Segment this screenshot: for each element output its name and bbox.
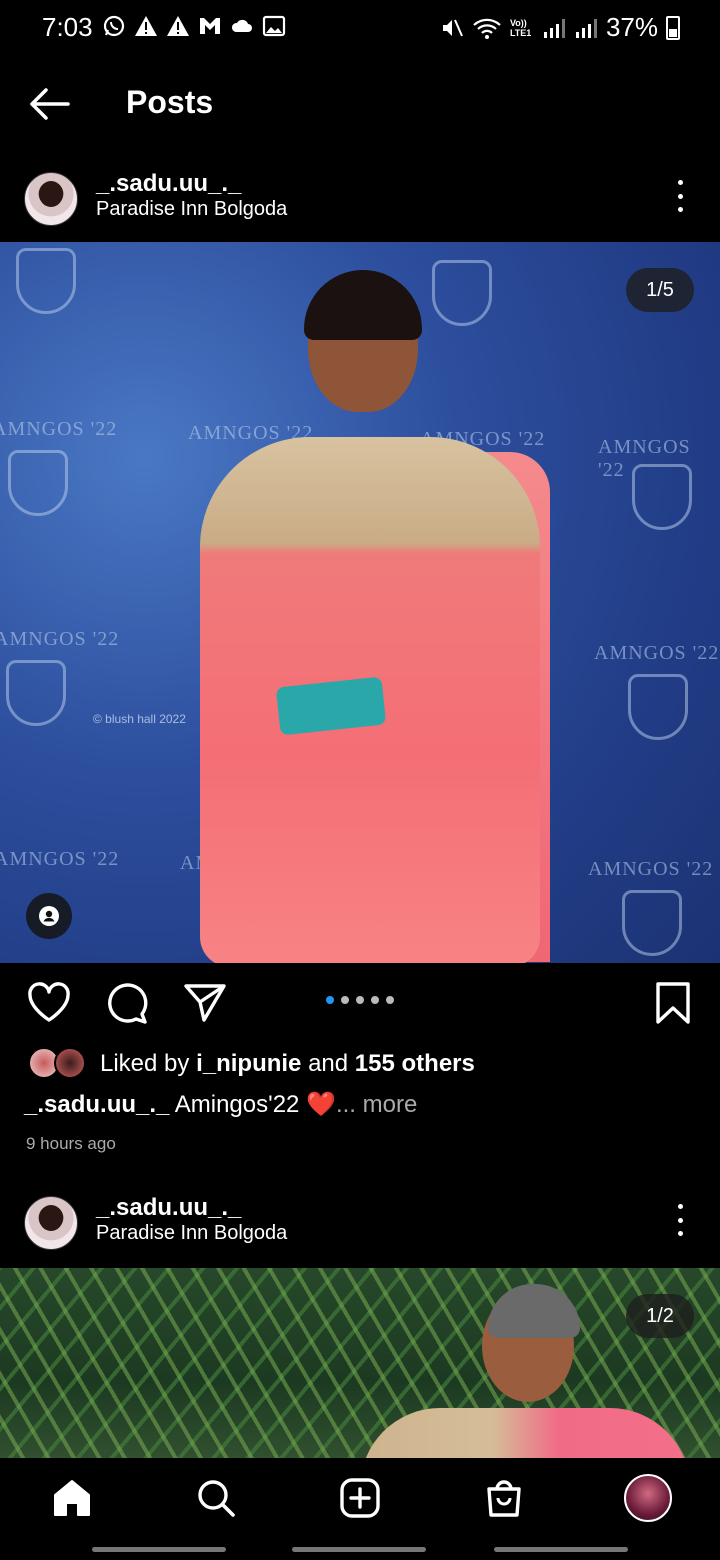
avatar <box>54 1047 86 1079</box>
post-header: _.sadu.uu_._ Paradise Inn Bolgoda <box>0 1190 720 1260</box>
photo-watermark: © blush hall 2022 <box>93 712 186 726</box>
carousel-dot <box>356 996 364 1004</box>
caption-text: Amingos'22 <box>169 1091 307 1118</box>
backdrop-text: AMNGOS '22 <box>0 848 120 870</box>
back-gesture[interactable] <box>494 1547 628 1552</box>
gallery-icon <box>262 15 286 37</box>
post-username[interactable]: _.sadu.uu_._ <box>96 170 241 198</box>
carousel-indicator <box>326 996 394 1004</box>
post-header: _.sadu.uu_._ Paradise Inn Bolgoda <box>0 166 720 236</box>
avatar[interactable] <box>24 172 78 226</box>
cloud-icon <box>231 19 252 32</box>
notification-icons <box>102 14 286 38</box>
page-title: Posts <box>126 84 214 120</box>
system-status-icons: Vo)) LTE1 37% <box>440 12 680 43</box>
signal-icon <box>575 18 597 38</box>
backdrop-text: AMNGOS '22 <box>594 642 720 664</box>
heart-emoji-icon: ❤️ <box>306 1091 336 1118</box>
backdrop-logo <box>622 890 682 956</box>
comment-icon[interactable] <box>104 980 150 1026</box>
mute-icon <box>442 19 463 36</box>
likes-summary[interactable]: Liked by i_nipunie and 155 others <box>28 1046 475 1082</box>
more-options-icon[interactable] <box>668 180 692 212</box>
backdrop-text: AMNGOS '22 <box>0 628 120 650</box>
app-header: Posts <box>0 74 720 134</box>
person-figure <box>488 1284 580 1338</box>
profile-avatar <box>624 1474 672 1522</box>
carousel-dot <box>386 996 394 1004</box>
arrow-left-icon[interactable] <box>28 86 70 122</box>
signal-icon <box>543 18 565 38</box>
person-figure <box>360 1408 690 1458</box>
status-bar: 7:03 Vo)) LTE1 37% <box>0 0 720 56</box>
alert-icon <box>135 16 157 36</box>
liker-avatars <box>28 1047 90 1081</box>
caption-username[interactable]: _.sadu.uu_._ <box>24 1091 169 1118</box>
gmail-icon <box>200 18 220 34</box>
home-icon[interactable] <box>48 1474 96 1522</box>
post-caption: _.sadu.uu_._ Amingos'22 ❤️... more <box>24 1090 417 1119</box>
wifi-icon <box>473 18 501 39</box>
carousel-dot <box>371 996 379 1004</box>
shop-icon[interactable] <box>480 1474 528 1522</box>
likes-prefix: Liked by <box>100 1050 197 1077</box>
likes-user[interactable]: i_nipunie <box>196 1050 301 1078</box>
post-timestamp: 9 hours ago <box>26 1134 116 1153</box>
backdrop-logo <box>432 260 492 326</box>
caption-more-link[interactable]: ... more <box>336 1091 417 1118</box>
backdrop-logo <box>16 248 76 314</box>
likes-count[interactable]: 155 others <box>355 1050 475 1078</box>
backdrop-logo <box>628 674 688 740</box>
create-post-icon[interactable] <box>336 1474 384 1522</box>
volte-label: Vo)) LTE1 <box>509 17 532 38</box>
carousel-dot <box>341 996 349 1004</box>
share-send-icon[interactable] <box>182 980 228 1026</box>
post-location[interactable]: Paradise Inn Bolgoda <box>96 1222 287 1245</box>
status-time: 7:03 <box>42 12 93 42</box>
more-options-icon[interactable] <box>668 1204 692 1236</box>
battery-icon <box>666 15 680 40</box>
person-figure <box>304 270 422 340</box>
like-heart-icon[interactable] <box>26 980 72 1026</box>
backdrop-logo <box>632 464 692 530</box>
post-username[interactable]: _.sadu.uu_._ <box>96 1194 241 1222</box>
battery-percent: 37% <box>605 12 658 42</box>
save-bookmark-icon[interactable] <box>650 980 696 1026</box>
backdrop-logo <box>8 450 68 516</box>
search-icon[interactable] <box>192 1474 240 1522</box>
whatsapp-icon <box>103 15 125 37</box>
bottom-navigation <box>0 1458 720 1560</box>
recent-apps-gesture[interactable] <box>92 1547 226 1552</box>
home-gesture[interactable] <box>292 1547 426 1552</box>
profile-tab[interactable] <box>624 1474 672 1522</box>
post-location[interactable]: Paradise Inn Bolgoda <box>96 198 287 221</box>
backdrop-logo <box>6 660 66 726</box>
carousel-counter: 1/2 <box>626 1294 694 1338</box>
alert-icon <box>167 16 189 36</box>
post-actions <box>0 980 720 1030</box>
backdrop-text: AMNGOS '22 <box>588 858 714 880</box>
tagged-people-icon[interactable] <box>26 893 72 939</box>
post-photo[interactable]: 1/2 <box>0 1268 720 1458</box>
carousel-counter: 1/5 <box>626 268 694 312</box>
likes-mid: and <box>301 1050 355 1077</box>
post-photo[interactable]: AMNGOS '22 AMNGOS '22 AMNGOS '22 AMNGOS … <box>0 242 720 963</box>
carousel-dot-active <box>326 996 334 1004</box>
avatar[interactable] <box>24 1196 78 1250</box>
backdrop-text: AMNGOS '22 <box>0 418 118 440</box>
